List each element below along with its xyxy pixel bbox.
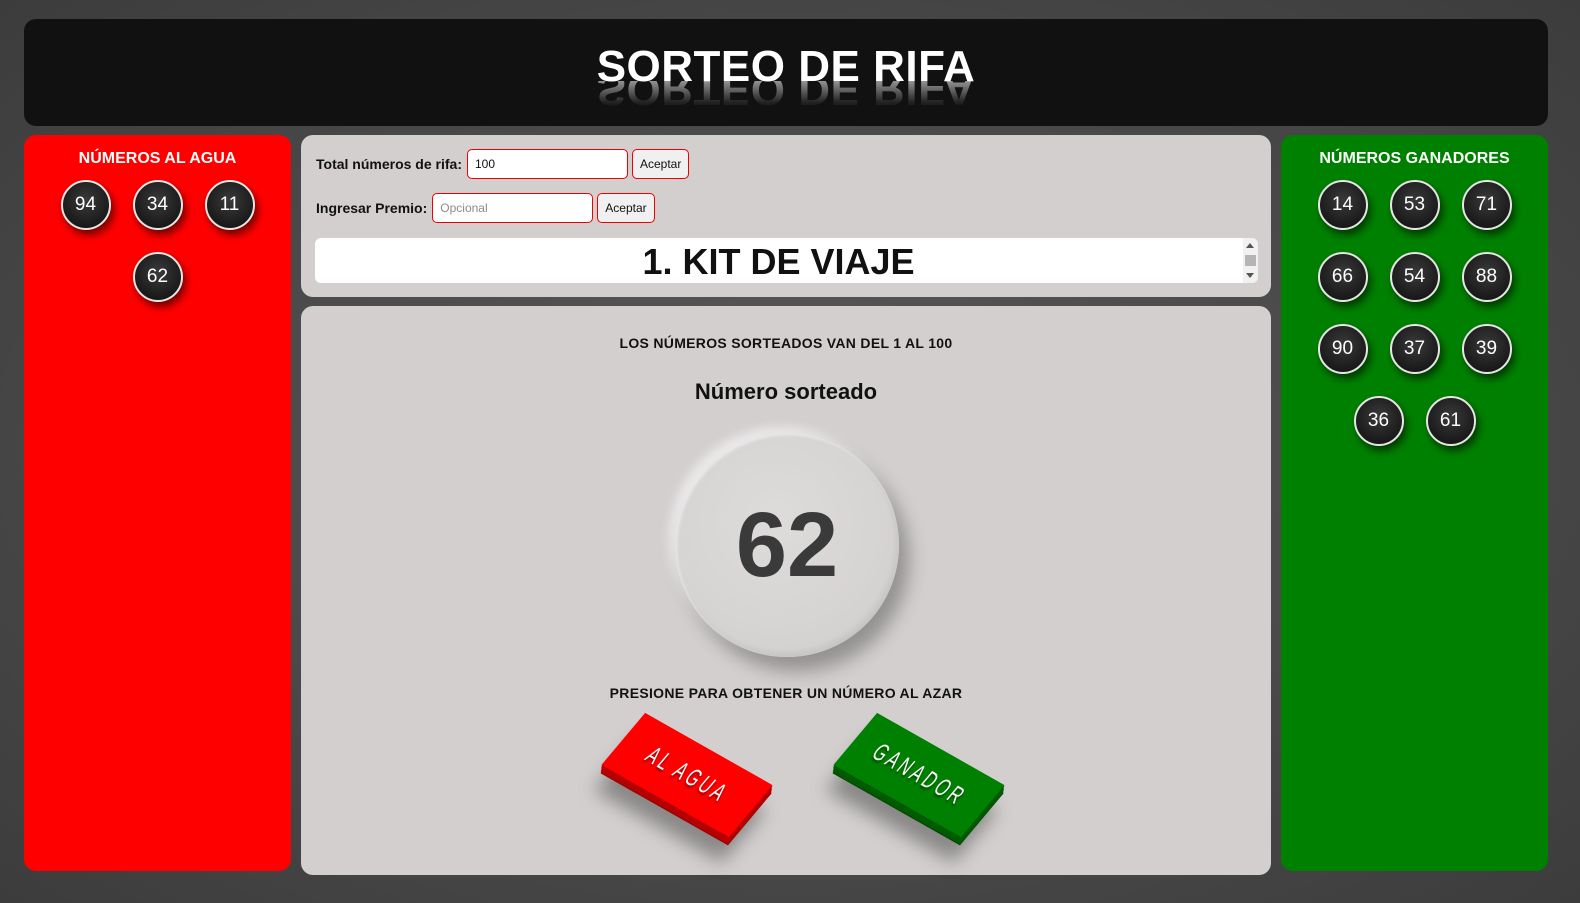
drawn-number-display: 62 — [675, 433, 899, 657]
winner-ball: 14 — [1317, 180, 1368, 230]
draw-panel: LOS NÚMEROS SORTEADOS VAN DEL 1 AL 100 N… — [301, 306, 1271, 875]
al-agua-button[interactable]: AL AGUA — [601, 712, 773, 838]
prize-label: Ingresar Premio: — [316, 200, 428, 216]
losers-balls: 94 34 11 62 — [50, 180, 266, 302]
range-text: LOS NÚMEROS SORTEADOS VAN DEL 1 AL 100 — [619, 335, 953, 351]
al-agua-label: AL AGUA — [639, 741, 735, 808]
winner-ball: 71 — [1461, 180, 1512, 230]
chevron-up-icon[interactable] — [1246, 243, 1254, 248]
loser-ball: 34 — [132, 180, 183, 230]
winner-ball: 53 — [1389, 180, 1440, 230]
prize-input[interactable]: Opcional — [432, 193, 594, 223]
scroll-thumb[interactable] — [1245, 255, 1256, 266]
winner-ball: 37 — [1389, 324, 1440, 374]
instruction-text: PRESIONE PARA OBTENER UN NÚMERO AL AZAR — [609, 685, 963, 701]
prize-accept-button[interactable]: Aceptar — [597, 193, 655, 223]
winners-title: NÚMEROS GANADORES — [1319, 150, 1510, 167]
losers-panel: NÚMEROS AL AGUA 94 34 11 62 — [24, 135, 291, 871]
prize-scrollbar[interactable] — [1243, 238, 1258, 283]
winners-balls: 14 53 71 66 54 88 90 37 39 36 61 — [1307, 180, 1523, 446]
chevron-down-icon[interactable] — [1246, 273, 1254, 278]
losers-title: NÚMEROS AL AGUA — [78, 150, 237, 167]
loser-ball: 62 — [132, 252, 183, 302]
loser-ball: 11 — [204, 180, 255, 230]
total-input[interactable]: 100 — [466, 149, 628, 179]
drawn-number: 62 — [735, 494, 839, 596]
title-wrap: SORTEO DE RIFA SORTEO DE RIFA — [597, 45, 976, 115]
app-header: SORTEO DE RIFA SORTEO DE RIFA — [24, 19, 1548, 126]
winner-ball: 88 — [1461, 252, 1512, 302]
winners-panel: NÚMEROS GANADORES 14 53 71 66 54 88 90 3… — [1281, 135, 1548, 871]
page-title-reflection: SORTEO DE RIFA — [596, 81, 976, 111]
config-panel: Total números de rifa: 100 Aceptar Ingre… — [301, 135, 1271, 297]
winner-ball: 66 — [1317, 252, 1368, 302]
total-accept-button[interactable]: Aceptar — [631, 149, 690, 179]
winner-ball: 61 — [1425, 396, 1476, 446]
winner-ball: 39 — [1461, 324, 1512, 374]
drawn-label: Número sorteado — [694, 379, 878, 404]
ganador-button[interactable]: GANADOR — [833, 712, 1005, 838]
winner-ball: 36 — [1353, 396, 1404, 446]
total-label: Total números de rifa: — [316, 156, 462, 172]
prize-row: Ingresar Premio: Opcional Aceptar — [316, 193, 655, 223]
current-prize: 1. KIT DE VIAJE — [642, 241, 915, 282]
total-row: Total números de rifa: 100 Aceptar — [316, 149, 690, 179]
loser-ball: 94 — [60, 180, 111, 230]
ganador-label: GANADOR — [866, 738, 973, 811]
winner-ball: 54 — [1389, 252, 1440, 302]
winner-ball: 90 — [1317, 324, 1368, 374]
prize-display: 1. KIT DE VIAJE — [315, 238, 1258, 283]
